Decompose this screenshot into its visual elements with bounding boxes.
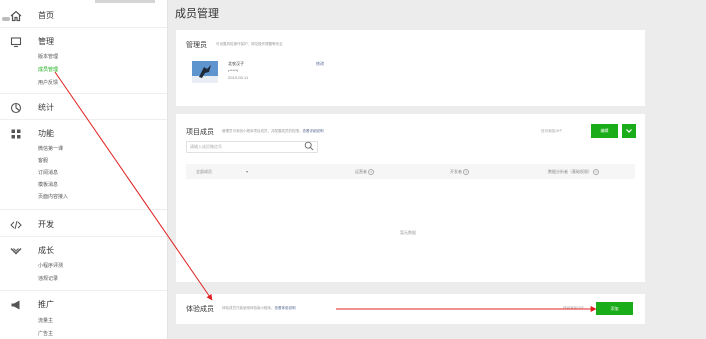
col-operator: 运营者 ? bbox=[355, 169, 375, 175]
tester-card-desc: 体验成员只能使用体验版小程序。查看体验说明 bbox=[222, 306, 296, 311]
nav-stats-label: 统计 bbox=[38, 103, 54, 112]
expand-button[interactable] bbox=[622, 124, 636, 138]
sidebar-item-page-content[interactable]: 页面内容接入 bbox=[38, 193, 68, 201]
modify-link[interactable]: 修改 bbox=[316, 61, 324, 67]
promotion-icon bbox=[11, 300, 20, 310]
sidebar-item-evaluation[interactable]: 小程序评测 bbox=[38, 262, 63, 270]
nav-features[interactable]: 功能 bbox=[0, 125, 167, 143]
nav-promotion-label: 推广 bbox=[38, 300, 54, 309]
nav-stats[interactable]: 统计 bbox=[0, 99, 167, 117]
admin-card: 管理员 可设置风险操作保护、风险操作提醒等安全 北农汉子 r*****l 201… bbox=[176, 30, 645, 106]
search-placeholder: 请输入成员微信号 bbox=[190, 144, 222, 149]
admin-card-title: 管理员 bbox=[186, 42, 207, 49]
sidebar-item-subscribe-msg[interactable]: 订阅消息 bbox=[38, 169, 58, 177]
divider bbox=[0, 236, 167, 237]
nav-features-label: 功能 bbox=[38, 129, 54, 138]
nav-manage[interactable]: 管理 bbox=[0, 33, 167, 51]
sidebar-item-template-msg[interactable]: 模板消息 bbox=[38, 181, 58, 189]
project-card-desc-link[interactable]: 查看详细说明 bbox=[303, 129, 324, 133]
features-icon bbox=[11, 129, 21, 139]
add-tester-button[interactable]: 添加 bbox=[596, 302, 633, 315]
sidebar-item-first-lesson[interactable]: 微信第一课 bbox=[38, 145, 63, 153]
avatar bbox=[192, 61, 218, 83]
sidebar-item-advertiser[interactable]: 广告主 bbox=[38, 330, 53, 338]
nav-develop-label: 开发 bbox=[38, 220, 54, 229]
col-data-analyst-label: 数据分析者（基础权限） bbox=[548, 169, 592, 175]
admin-date: 2019-05-11 bbox=[228, 75, 249, 80]
nav-home-label: 首页 bbox=[38, 11, 54, 20]
growth-icon bbox=[10, 248, 22, 255]
sidebar-item-members[interactable]: 成员管理 bbox=[38, 66, 58, 74]
col-developer-label: 开发者 bbox=[450, 169, 462, 175]
code-icon bbox=[10, 220, 22, 230]
col-developer: 开发者 ? bbox=[450, 169, 470, 175]
tester-card-title: 体验成员 bbox=[186, 306, 214, 313]
page-title: 成员管理 bbox=[175, 8, 219, 20]
empty-state-text: 暂无数据 bbox=[400, 230, 416, 235]
nav-manage-label: 管理 bbox=[38, 37, 54, 46]
nav-promotion[interactable]: 推广 bbox=[0, 296, 167, 314]
project-members-card: 项目成员 管理员可添加小程序项目成员，并配置成员的权限。查看详细说明 还可添加1… bbox=[176, 114, 645, 282]
sidebar-item-version[interactable]: 版本管理 bbox=[38, 53, 58, 61]
project-card-title: 项目成员 bbox=[186, 129, 214, 136]
tester-limit-text: 还可添加15个 bbox=[563, 306, 585, 310]
nav-growth[interactable]: 成长 bbox=[0, 242, 167, 260]
sidebar-item-feedback[interactable]: 用户反馈 bbox=[38, 79, 58, 87]
project-card-desc: 管理员可添加小程序项目成员，并配置成员的权限。查看详细说明 bbox=[222, 129, 324, 134]
tester-card-desc-link[interactable]: 查看体验说明 bbox=[275, 306, 296, 310]
tester-members-card: 体验成员 体验成员只能使用体验版小程序。查看体验说明 还可添加15个 添加 bbox=[176, 294, 645, 324]
divider bbox=[0, 209, 167, 210]
help-icon[interactable]: ? bbox=[368, 169, 375, 175]
home-icon bbox=[10, 10, 22, 22]
divider bbox=[0, 119, 167, 120]
divider bbox=[0, 290, 167, 291]
col-data-analyst: 数据分析者（基础权限） ? bbox=[548, 169, 600, 175]
members-table-header: 全部成员 ▾ 运营者 ? 开发者 ? 数据分析者（基础权限） ? bbox=[186, 164, 635, 179]
col-all-members[interactable]: 全部成员 bbox=[196, 169, 212, 175]
admin-card-desc: 可设置风险操作保护、风险操作提醒等安全 bbox=[216, 42, 283, 46]
sidebar-item-traffic-owner[interactable]: 流量主 bbox=[38, 317, 53, 325]
project-card-desc-text: 管理员可添加小程序项目成员，并配置成员的权限。 bbox=[222, 129, 303, 133]
search-icon[interactable] bbox=[304, 141, 314, 151]
col-filter-dropdown[interactable]: ▾ bbox=[246, 169, 248, 174]
col-operator-label: 运营者 bbox=[355, 169, 367, 175]
project-limit-text: 还可添加15个 bbox=[541, 129, 563, 133]
sidebar-item-customer-service[interactable]: 客服 bbox=[38, 157, 48, 165]
sidebar: 首页 管理 版本管理 成员管理 用户反馈 统计 功能 微信第一课 客服 订阅消息… bbox=[0, 0, 168, 339]
admin-name: 北农汉子 bbox=[228, 61, 244, 66]
monitor-icon bbox=[10, 37, 22, 48]
divider bbox=[0, 27, 167, 28]
nav-develop[interactable]: 开发 bbox=[0, 216, 167, 234]
chevron-down-icon bbox=[626, 129, 632, 133]
avatar-image bbox=[192, 61, 218, 83]
tester-card-desc-text: 体验成员只能使用体验版小程序。 bbox=[222, 306, 275, 310]
edit-button[interactable]: 编辑 bbox=[591, 124, 618, 138]
top-stub bbox=[95, 0, 155, 3]
help-icon[interactable]: ? bbox=[463, 169, 470, 175]
sidebar-item-violations[interactable]: 违规记录 bbox=[38, 275, 58, 283]
divider bbox=[0, 93, 167, 94]
nav-growth-label: 成长 bbox=[38, 246, 54, 255]
nav-home[interactable]: 首页 bbox=[0, 7, 167, 25]
admin-id: r*****l bbox=[228, 68, 239, 73]
stats-icon bbox=[10, 102, 22, 114]
search-input[interactable]: 请输入成员微信号 bbox=[186, 141, 318, 153]
help-icon[interactable]: ? bbox=[593, 169, 600, 175]
